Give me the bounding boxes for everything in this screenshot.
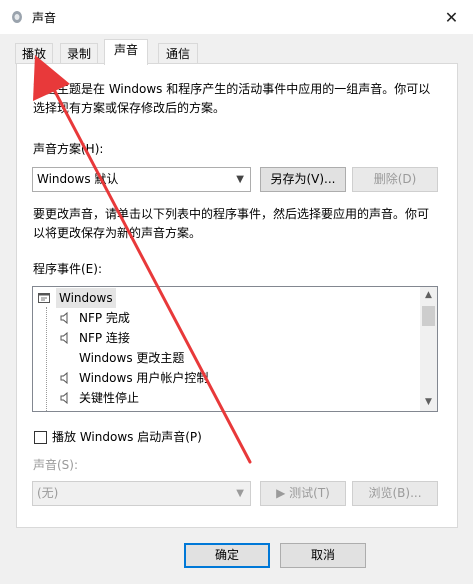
list-item[interactable]: Windows bbox=[33, 288, 417, 308]
delete-button[interactable]: 删除(D) bbox=[352, 167, 438, 192]
tab-label: 声音 bbox=[113, 43, 138, 57]
scroll-thumb[interactable] bbox=[422, 306, 435, 326]
tab-label: 通信 bbox=[165, 47, 190, 61]
tree-connector bbox=[46, 307, 47, 411]
chevron-down-icon: ▼ bbox=[236, 488, 244, 499]
event-label: Windows 用户帐户控制 bbox=[79, 371, 209, 385]
test-label: ▶ 测试(T) bbox=[276, 486, 330, 500]
close-button[interactable]: ✕ bbox=[430, 0, 473, 34]
speaker-icon bbox=[60, 372, 68, 384]
title-bar: 声音 ✕ bbox=[0, 0, 473, 34]
sound-label: 声音(S): bbox=[33, 458, 79, 472]
scroll-up-icon[interactable]: ▲ bbox=[420, 287, 437, 304]
tab-label: 录制 bbox=[66, 47, 91, 61]
windows-group-icon bbox=[38, 293, 50, 303]
event-label: NFP 连接 bbox=[79, 331, 130, 345]
list-item[interactable]: NFP 完成 bbox=[33, 308, 417, 328]
vertical-scrollbar[interactable]: ▲ ▼ bbox=[420, 287, 437, 411]
cancel-button[interactable]: 取消 bbox=[280, 543, 366, 568]
instructions-line-1: 要更改声音，请单击以下列表中的程序事件，然后选择要应用的声音。你可 bbox=[33, 207, 430, 221]
sound-value: (无) bbox=[37, 486, 59, 500]
instructions-line-2: 以将更改保存为新的声音方案。 bbox=[33, 226, 202, 240]
list-item[interactable]: NFP 连接 bbox=[33, 328, 417, 348]
startup-sound-label: 播放 Windows 启动声音(P) bbox=[52, 430, 202, 444]
events-label: 程序事件(E): bbox=[33, 262, 102, 276]
delete-label: 删除(D) bbox=[373, 172, 417, 186]
description-line-2: 选择现有方案或保存修改后的方案。 bbox=[33, 101, 226, 115]
list-item[interactable]: Windows 更改主题 bbox=[33, 348, 417, 368]
event-label: Windows bbox=[56, 288, 116, 308]
scroll-down-icon[interactable]: ▼ bbox=[420, 394, 437, 411]
save-as-label: 另存为(V)... bbox=[270, 172, 336, 186]
sound-select[interactable]: (无) ▼ bbox=[32, 481, 251, 506]
speaker-app-icon bbox=[12, 11, 22, 23]
tab-recording[interactable]: 录制 bbox=[60, 43, 98, 64]
event-label: NFP 完成 bbox=[79, 311, 130, 325]
window-title: 声音 bbox=[32, 11, 57, 25]
sound-scheme-select[interactable]: Windows 默认 ▼ bbox=[32, 167, 251, 192]
list-item[interactable]: Windows 用户帐户控制 bbox=[33, 368, 417, 388]
list-item[interactable]: 关键性停止 bbox=[33, 388, 417, 408]
ok-button[interactable]: 确定 bbox=[184, 543, 270, 568]
save-as-button[interactable]: 另存为(V)... bbox=[260, 167, 346, 192]
speaker-icon bbox=[60, 332, 68, 344]
program-events-list[interactable]: Windows NFP 完成 NFP 连接 Windows 更改主题 Windo… bbox=[32, 286, 438, 412]
browse-button[interactable]: 浏览(B)... bbox=[352, 481, 438, 506]
speaker-icon bbox=[60, 392, 68, 404]
test-button[interactable]: ▶ 测试(T) bbox=[260, 481, 346, 506]
sound-scheme-value: Windows 默认 bbox=[37, 172, 119, 186]
tab-playback[interactable]: 播放 bbox=[15, 43, 53, 64]
cancel-label: 取消 bbox=[310, 548, 335, 562]
speaker-icon bbox=[60, 312, 68, 324]
tab-communications[interactable]: 通信 bbox=[158, 43, 198, 64]
browse-label: 浏览(B)... bbox=[368, 486, 422, 500]
tab-label: 播放 bbox=[21, 47, 46, 61]
scheme-label: 声音方案(H): bbox=[33, 142, 104, 156]
event-label: Windows 更改主题 bbox=[79, 351, 185, 365]
close-icon: ✕ bbox=[444, 7, 459, 27]
description-line-1: 声音主题是在 Windows 和程序产生的活动事件中应用的一组声音。你可以 bbox=[33, 82, 431, 96]
chevron-down-icon: ▼ bbox=[236, 174, 244, 185]
tab-sounds[interactable]: 声音 bbox=[104, 39, 148, 65]
startup-sound-checkbox[interactable] bbox=[34, 431, 47, 444]
ok-label: 确定 bbox=[214, 548, 239, 562]
event-label: 关键性停止 bbox=[79, 391, 140, 405]
